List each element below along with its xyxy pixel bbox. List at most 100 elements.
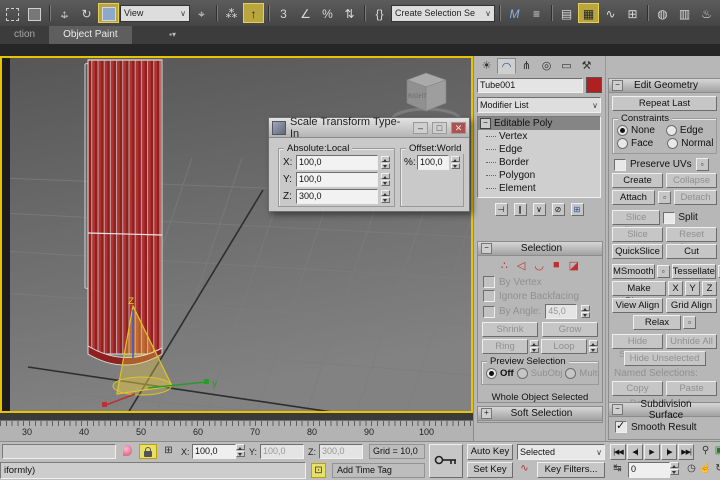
reset-plane-button[interactable]: Reset Plane — [666, 227, 717, 242]
scale-z-spinner[interactable] — [381, 190, 390, 203]
make-unique-icon[interactable]: ∨ — [533, 203, 546, 216]
rendered-frame-window-icon[interactable]: ▥ — [674, 3, 695, 23]
ring-button[interactable]: Ring — [482, 339, 528, 354]
add-time-tag[interactable]: Add Time Tag — [332, 463, 425, 478]
slice-button[interactable]: Slice — [612, 227, 663, 242]
collapse-button[interactable]: Collapse — [666, 173, 717, 188]
preview-multi-radio[interactable] — [565, 368, 576, 379]
grow-button[interactable]: Grow — [542, 322, 598, 337]
scale-transform-type-in-dialog[interactable]: Scale Transform Type-In – □ ✕ Absolute:L… — [268, 117, 470, 212]
isolate-selection-icon[interactable]: ⊡ — [311, 463, 326, 478]
preserve-uvs-checkbox[interactable] — [614, 159, 626, 171]
selection-set-key-dropdown[interactable]: Selected∨ — [517, 444, 605, 460]
configure-modifier-sets-icon[interactable]: ⊞ — [571, 203, 584, 216]
frame-spinner[interactable] — [670, 462, 679, 475]
spinner-snap-icon[interactable]: ⇅ — [339, 3, 360, 23]
scale-x-field[interactable]: 100,0 — [296, 155, 378, 170]
mirror-icon[interactable]: M — [504, 3, 525, 23]
play-button[interactable]: ▶ — [644, 444, 660, 460]
stack-item-element[interactable]: Element — [478, 182, 600, 195]
relax-button[interactable]: Relax — [633, 315, 681, 330]
subobject-edge-icon[interactable]: ◁ — [517, 259, 525, 272]
go-to-start-button[interactable]: |◀◀ — [610, 444, 626, 460]
slice-plane-button[interactable]: Slice Plane — [612, 210, 660, 225]
reference-coordinate-dropdown[interactable]: View∨ — [120, 5, 190, 22]
msmooth-button[interactable]: MSmooth — [612, 264, 655, 279]
create-button[interactable]: Create — [612, 173, 663, 188]
notification-balloon-icon[interactable] — [123, 445, 132, 456]
unhide-all-button[interactable]: Unhide All — [666, 334, 717, 349]
relax-settings-icon[interactable]: ▫ — [683, 316, 696, 329]
ribbon-toggle-icon[interactable]: ▦ — [578, 3, 599, 23]
quickslice-button[interactable]: QuickSlice — [612, 244, 663, 259]
copy-button[interactable]: Copy — [612, 381, 663, 396]
detach-button[interactable]: Detach — [674, 190, 717, 205]
constraint-none-radio[interactable] — [617, 125, 628, 136]
y-coord-field[interactable]: 100,0 — [260, 444, 304, 459]
object-color-swatch[interactable] — [586, 77, 602, 93]
by-angle-spinner[interactable] — [581, 305, 590, 318]
window-crossing-icon[interactable] — [24, 3, 45, 23]
make-planar-z-button[interactable]: Z — [702, 281, 717, 296]
x-coord-spinner[interactable] — [236, 444, 245, 459]
timeline-ruler[interactable]: 30 40 50 60 70 80 90 100 — [0, 420, 473, 441]
preview-subobj-radio[interactable] — [517, 368, 528, 379]
tab-motion-icon[interactable]: ◎ — [537, 58, 556, 74]
dialog-title-bar[interactable]: Scale Transform Type-In – □ ✕ — [269, 118, 469, 138]
stack-item-editable-poly[interactable]: − Editable Poly — [478, 117, 600, 130]
use-pivot-point-center-icon[interactable]: ⌖ — [191, 3, 212, 23]
stack-item-polygon[interactable]: Polygon — [478, 169, 600, 182]
set-keys-button[interactable] — [429, 444, 463, 478]
track-bar[interactable] — [2, 444, 116, 459]
subobject-element-icon[interactable]: ◪ — [569, 259, 579, 272]
by-vertex-checkbox[interactable] — [483, 276, 495, 288]
key-filters-button[interactable]: Key Filters... — [537, 462, 605, 478]
ignore-backfacing-checkbox[interactable] — [483, 290, 495, 302]
stack-expand-icon[interactable]: − — [480, 118, 491, 129]
curve-editor-icon[interactable]: ∿ — [600, 3, 621, 23]
view-align-button[interactable]: View Align — [612, 298, 663, 313]
current-frame-field[interactable]: 0 — [628, 462, 670, 478]
cut-button[interactable]: Cut — [666, 244, 717, 259]
keyboard-shortcut-override-icon[interactable]: ↑ — [243, 3, 264, 23]
show-end-result-icon[interactable]: ∥ — [514, 203, 527, 216]
ribbon-tab-object-paint[interactable]: Object Paint — [49, 26, 131, 44]
scale-offset-field[interactable]: 100,0 — [417, 155, 449, 170]
ring-spinner[interactable] — [530, 340, 539, 353]
tab-modify-icon[interactable]: ◠ — [497, 58, 516, 74]
tab-utilities-icon[interactable]: ⚒ — [577, 58, 596, 74]
z-coord-field[interactable]: 300,0 — [319, 444, 363, 459]
subobject-polygon-icon[interactable]: ■ — [553, 259, 560, 272]
split-checkbox[interactable] — [663, 212, 675, 224]
align-icon[interactable]: ≡ — [526, 3, 547, 23]
paste-button[interactable]: Paste — [666, 381, 717, 396]
named-selection-set-dropdown[interactable]: Create Selection Se∨ — [391, 5, 495, 22]
selection-rollout-header[interactable]: −Selection — [478, 242, 602, 256]
scale-y-field[interactable]: 100,0 — [296, 172, 378, 187]
make-planar-button[interactable]: Make Planar — [612, 281, 666, 296]
edit-named-selection-sets-icon[interactable]: {} — [369, 3, 390, 23]
select-and-move-icon[interactable]: ↔↕ — [54, 3, 75, 23]
render-setup-icon[interactable]: ◍ — [652, 3, 673, 23]
loop-button[interactable]: Loop — [541, 339, 587, 354]
stack-item-vertex[interactable]: Vertex — [478, 130, 600, 143]
x-coord-field[interactable]: 100,0 — [192, 444, 236, 459]
make-planar-x-button[interactable]: X — [668, 281, 683, 296]
tube-object[interactable] — [85, 60, 162, 365]
pin-stack-icon[interactable]: ⊣ — [495, 203, 508, 216]
msmooth-settings-icon[interactable]: ▫ — [657, 265, 670, 278]
auto-key-button[interactable]: Auto Key — [467, 444, 513, 460]
ribbon-tab-selection[interactable]: ction — [0, 26, 49, 44]
tab-display-icon[interactable]: ▭ — [557, 58, 576, 74]
constraint-face-radio[interactable] — [617, 138, 628, 149]
preserve-uvs-settings-icon[interactable]: ▫ — [696, 158, 709, 171]
absolute-offset-mode-icon[interactable]: ⊞ — [161, 444, 176, 459]
perspective-viewport[interactable]: Z y RIGHT — [0, 56, 473, 413]
set-key-button[interactable]: Set Key — [467, 462, 513, 478]
ribbon-collapse-icon[interactable]: ▪▾ — [160, 29, 186, 41]
subobject-border-icon[interactable]: ◡ — [534, 259, 544, 272]
tab-hierarchy-icon[interactable]: ⋔ — [517, 58, 536, 74]
select-and-manipulate-icon[interactable]: ⁂ — [221, 3, 242, 23]
make-planar-y-button[interactable]: Y — [685, 281, 700, 296]
attach-settings-icon[interactable]: ▫ — [658, 191, 671, 204]
